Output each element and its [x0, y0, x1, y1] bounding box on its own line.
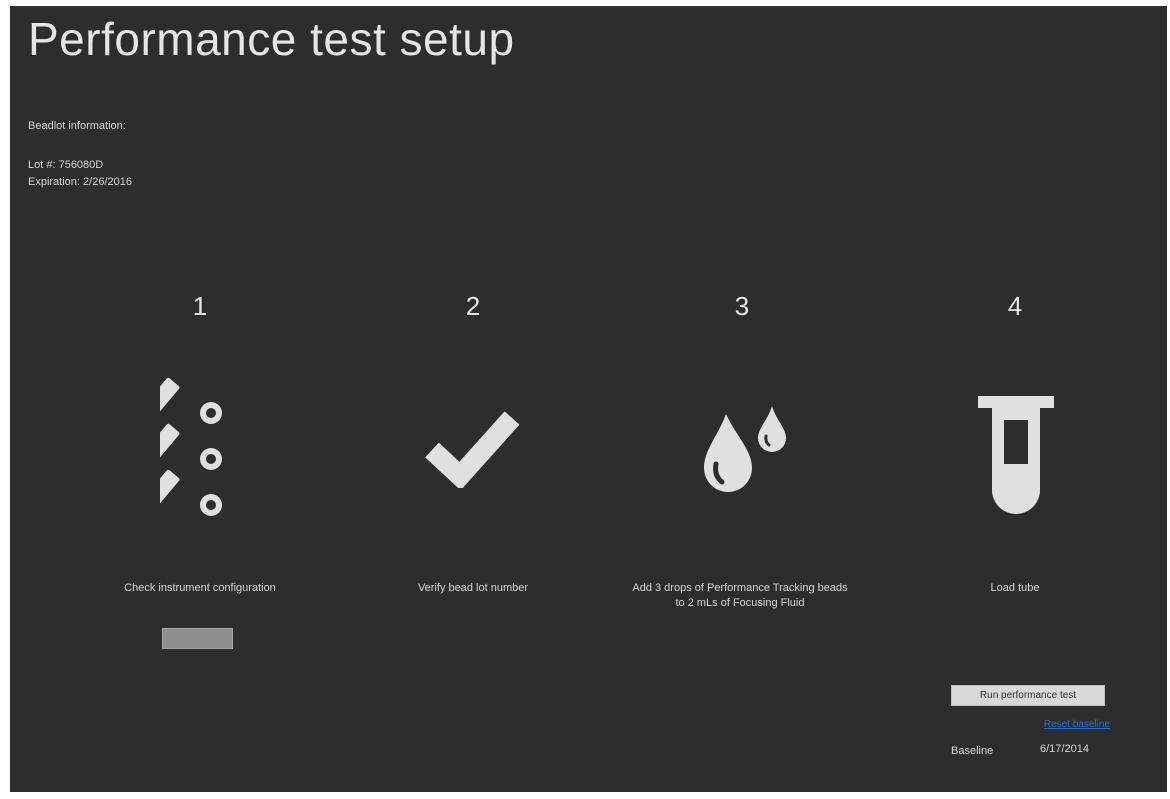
step-3-number: 3: [734, 291, 750, 321]
expiration-date: Expiration: 2/26/2016: [28, 176, 132, 188]
check-configuration-button[interactable]: [162, 628, 233, 649]
beadlot-heading: Beadlot information:: [28, 120, 126, 132]
reset-baseline-link[interactable]: Reset baseline: [1020, 719, 1110, 730]
step-2-label: Verify bead lot number: [417, 582, 529, 594]
baseline-date: 6/17/2014: [1040, 743, 1089, 755]
step-1-label: Check instrument configuration: [124, 582, 276, 594]
baseline-label: Baseline: [951, 745, 994, 757]
run-performance-test-button[interactable]: Run performance test: [951, 685, 1105, 706]
step-4-label: Load tube: [990, 582, 1040, 594]
step-4-number: 4: [1007, 291, 1023, 321]
step-1-number: 1: [192, 291, 208, 321]
step-3-label: Add 3 drops of Performance Tracking bead…: [632, 582, 848, 609]
test-tube-icon: [978, 396, 1054, 514]
tubes-icon: [160, 377, 222, 516]
lot-number: Lot #: 756080D: [28, 159, 104, 171]
drops-icon: [704, 406, 786, 492]
step-2-number: 2: [465, 291, 481, 321]
checkmark-icon: [425, 411, 520, 488]
page-title: Performance test setup: [28, 13, 515, 65]
main-panel: Performance test setup Beadlot informati…: [10, 6, 1167, 792]
